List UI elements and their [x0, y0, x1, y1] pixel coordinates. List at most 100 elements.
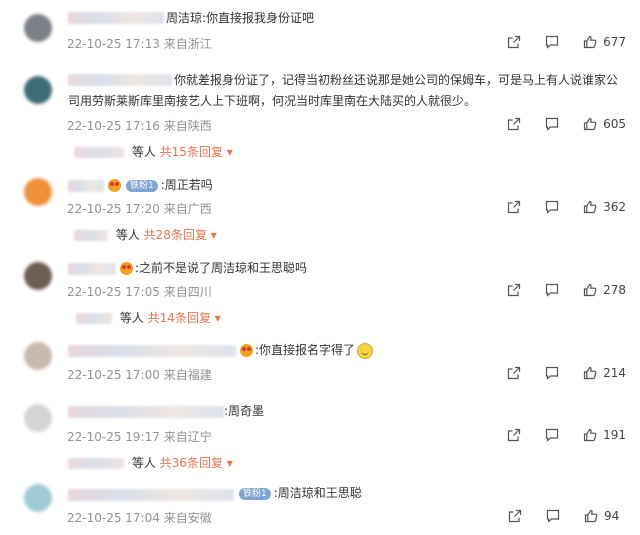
like-count: 214 — [603, 366, 626, 380]
username[interactable] — [68, 489, 234, 501]
action-bar: 278 — [507, 283, 626, 297]
fan-badge[interactable]: 铁粉1 — [239, 487, 271, 500]
avatar[interactable] — [24, 262, 52, 290]
action-bar: 214 — [507, 366, 626, 380]
comment-meta: 22-10-25 17:16 来自陕西 — [67, 117, 212, 134]
comment-icon[interactable] — [545, 117, 559, 131]
avatar[interactable] — [24, 178, 52, 206]
like-count: 362 — [603, 200, 626, 214]
action-bar: 191 — [507, 428, 626, 442]
comment-meta: 22-10-25 17:05 来自四川 — [67, 283, 212, 300]
comment-location: 来自四川 — [163, 285, 212, 299]
reply-summary[interactable]: 等人 共36条回复 ▾ — [68, 454, 233, 471]
action-bar: 362 — [507, 200, 626, 214]
reply-count-link[interactable]: 共28条回复 — [144, 228, 207, 242]
username[interactable] — [68, 12, 164, 24]
like-icon[interactable] — [583, 366, 597, 380]
fan-badge[interactable]: 铁粉1 — [126, 179, 158, 192]
comment-meta: 22-10-25 19:17 来自辽宁 — [67, 428, 212, 445]
comment-time: 22-10-25 17:20 — [67, 202, 160, 216]
reply-users — [76, 313, 112, 324]
comment-icon[interactable] — [545, 200, 559, 214]
action-bar: 677 — [507, 35, 626, 49]
comment-icon[interactable] — [546, 509, 560, 523]
comment-location: 来自福建 — [163, 368, 212, 382]
username[interactable] — [68, 180, 104, 192]
like-icon[interactable] — [583, 35, 597, 49]
comment-text: :你直接报名字得了 — [238, 341, 374, 360]
like-icon[interactable] — [584, 509, 598, 523]
like-count: 605 — [603, 117, 626, 131]
reply-users — [74, 230, 108, 241]
like-count: 191 — [603, 428, 626, 442]
smile-emoji-icon — [357, 342, 374, 359]
like-icon[interactable] — [583, 200, 597, 214]
reply-summary[interactable]: 等人 共15条回复 ▾ — [74, 143, 233, 160]
comment-icon[interactable] — [545, 428, 559, 442]
like-count: 677 — [603, 35, 626, 49]
comment-text: :周奇墨 — [224, 404, 265, 418]
comment-time: 22-10-25 19:17 — [67, 430, 160, 444]
comment-meta: 22-10-25 17:04 来自安徽 — [67, 509, 212, 526]
username[interactable] — [68, 406, 224, 418]
comment-body: :你直接报名字得了 — [255, 343, 356, 357]
comment-body: :之前不是说了周洁琼和王思聪吗 — [135, 261, 308, 275]
share-icon[interactable] — [507, 366, 521, 380]
comment-text-line-2: 司用劳斯莱斯库里南接艺人上下班啊，何况当时库里南在大陆买的人就很少。 — [68, 94, 477, 108]
reply-users — [74, 147, 124, 158]
like-icon[interactable] — [583, 283, 597, 297]
reply-count-link[interactable]: 共14条回复 — [148, 311, 211, 325]
reply-suffix: 等人 — [131, 145, 156, 159]
caret-down-icon[interactable]: ▾ — [227, 456, 233, 470]
comment-time: 22-10-25 17:16 — [67, 119, 160, 133]
comment-location: 来自浙江 — [163, 37, 212, 51]
comment-icon[interactable] — [545, 366, 559, 380]
comment-icon[interactable] — [545, 35, 559, 49]
share-icon[interactable] — [507, 117, 521, 131]
caret-down-icon[interactable]: ▾ — [227, 145, 233, 159]
comment-meta: 22-10-25 17:00 来自福建 — [67, 366, 212, 383]
caret-down-icon[interactable]: ▾ — [215, 311, 221, 325]
reply-suffix: 等人 — [131, 456, 156, 470]
reply-summary[interactable]: 等人 共28条回复 ▾ — [74, 226, 217, 243]
heart-eyes-emoji-icon — [108, 179, 121, 192]
comment-text-line-1: 你就差报身份证了，记得当初粉丝还说那是她公司的保姆车，可是马上有人说谁家公 — [174, 73, 619, 87]
comment-icon[interactable] — [545, 283, 559, 297]
comment-time: 22-10-25 17:00 — [67, 368, 160, 382]
like-icon[interactable] — [583, 117, 597, 131]
reply-count-link[interactable]: 共15条回复 — [160, 145, 223, 159]
share-icon[interactable] — [508, 509, 522, 523]
comment-location: 来自安徽 — [163, 511, 212, 525]
reply-suffix: 等人 — [115, 228, 140, 242]
reply-suffix: 等人 — [119, 311, 144, 325]
avatar[interactable] — [24, 484, 52, 512]
reply-summary[interactable]: 等人 共14条回复 ▾ — [76, 309, 221, 326]
comment-meta: 22-10-25 17:13 来自浙江 — [67, 35, 212, 52]
username[interactable] — [68, 74, 172, 86]
heart-eyes-emoji-icon — [240, 344, 253, 357]
share-icon[interactable] — [507, 283, 521, 297]
comment-location: 来自广西 — [163, 202, 212, 216]
username[interactable] — [68, 345, 236, 357]
comment-text: 铁粉1:周正若吗 — [106, 176, 213, 195]
comment-time: 22-10-25 17:13 — [67, 37, 160, 51]
share-icon[interactable] — [507, 35, 521, 49]
caret-down-icon[interactable]: ▾ — [211, 228, 217, 242]
username[interactable] — [68, 263, 116, 275]
action-bar: 605 — [507, 117, 626, 131]
comment-location: 来自辽宁 — [163, 430, 212, 444]
reply-count-link[interactable]: 共36条回复 — [160, 456, 223, 470]
comment-text: 铁粉1:周洁琼和王思聪 — [236, 484, 362, 503]
share-icon[interactable] — [507, 428, 521, 442]
like-count: 278 — [603, 283, 626, 297]
avatar[interactable] — [24, 14, 52, 42]
comment-text: 周洁琼:你直接报我身份证吧 — [166, 11, 315, 25]
action-bar: 94 — [508, 509, 626, 523]
like-icon[interactable] — [583, 428, 597, 442]
comment-text: :之前不是说了周洁琼和王思聪吗 — [118, 259, 307, 278]
avatar[interactable] — [24, 404, 52, 432]
avatar[interactable] — [24, 76, 52, 104]
share-icon[interactable] — [507, 200, 521, 214]
reply-users — [68, 458, 124, 469]
avatar[interactable] — [24, 342, 52, 370]
